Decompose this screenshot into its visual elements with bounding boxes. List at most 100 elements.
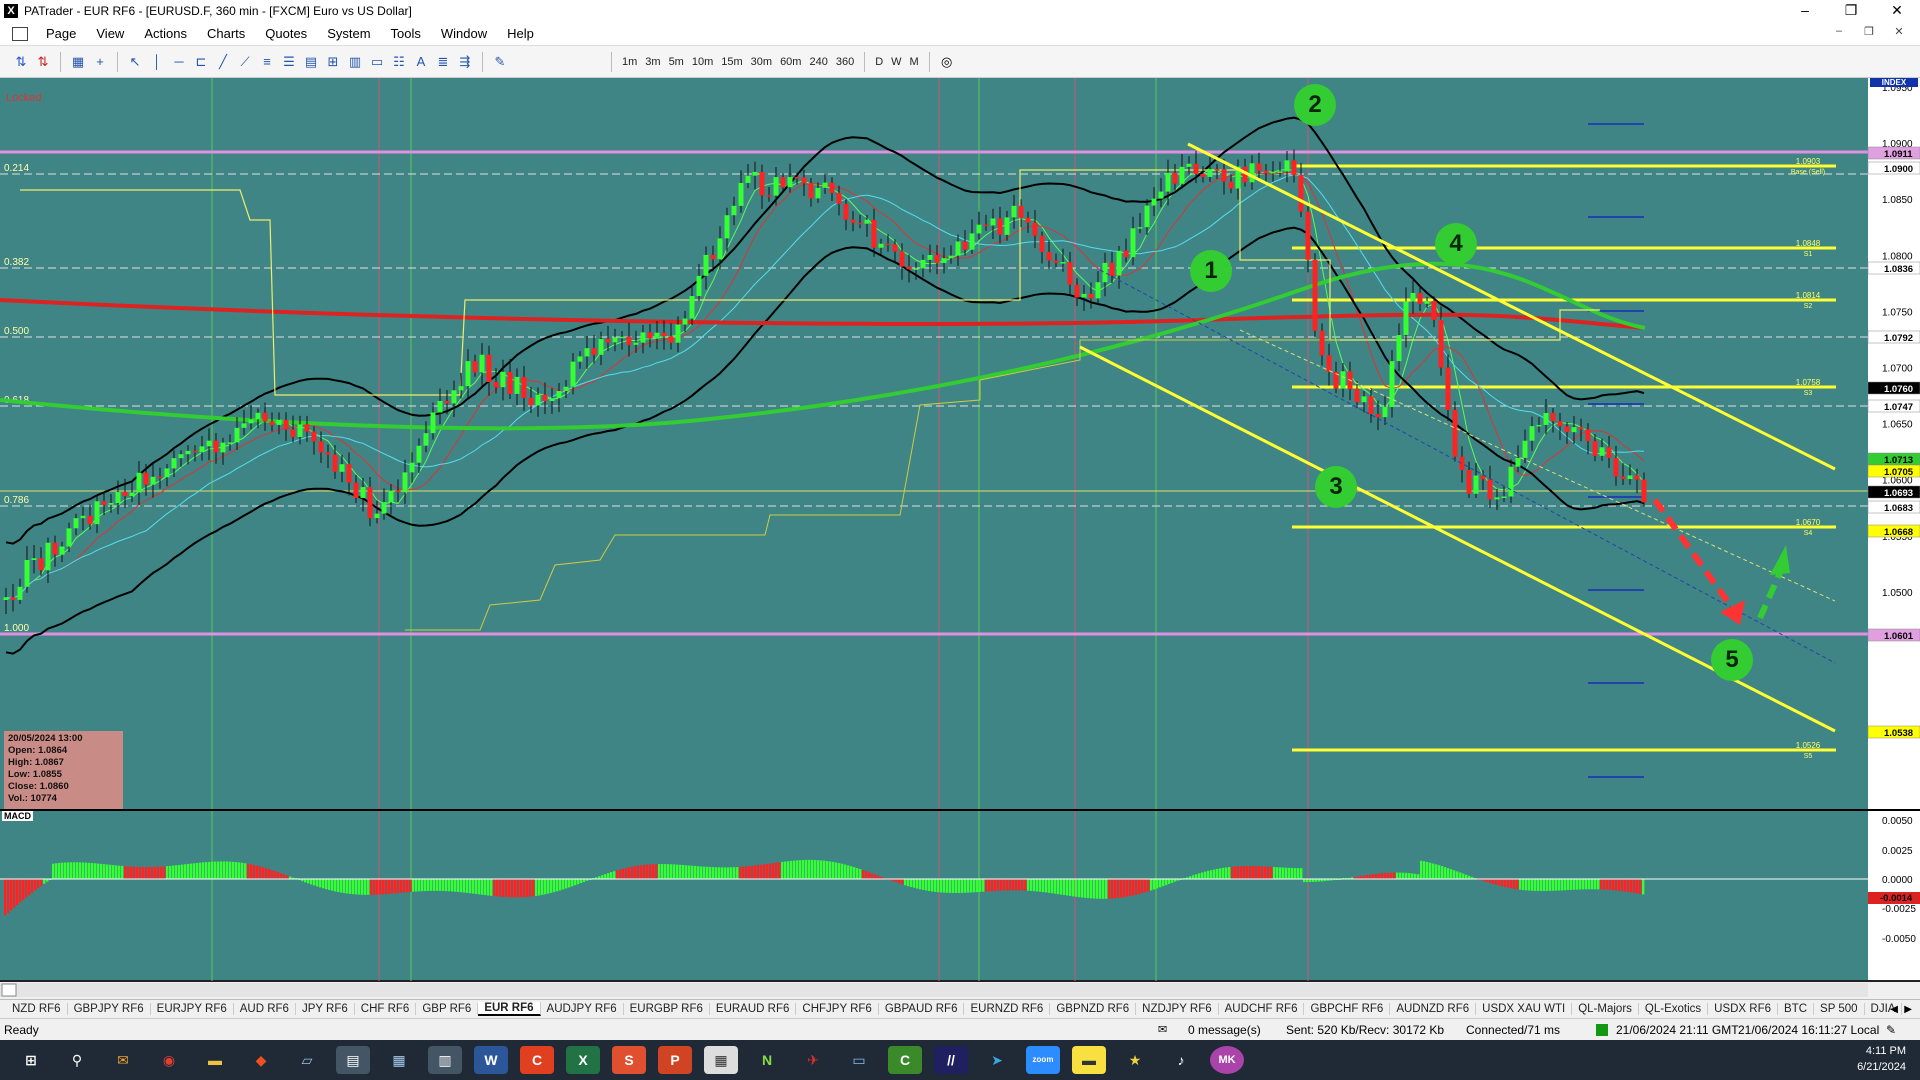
patrader-icon[interactable]: ▥ [428,1046,462,1074]
chart-menu-icon[interactable] [12,26,28,41]
tab-chfjpy[interactable]: CHFJPY RF6 [796,1003,879,1015]
monitor-app-icon[interactable]: ▭ [842,1046,876,1074]
powerpoint-icon[interactable]: P [658,1046,692,1074]
tab-gbpchf[interactable]: GBPCHF RF6 [1304,1003,1391,1015]
clock-icon[interactable]: ◎ [938,53,956,71]
menu-actions[interactable]: Actions [134,26,197,41]
crosshair-icon[interactable]: + [91,53,109,71]
tab-gbpnzd[interactable]: GBPNZD RF6 [1050,1003,1137,1015]
windows-start-icon[interactable]: ⊞ [14,1046,48,1074]
menu-page[interactable]: Page [36,26,86,41]
file-explorer-icon[interactable]: ▬ [198,1046,232,1074]
s-app-icon[interactable]: S [612,1046,646,1074]
star-app-icon[interactable]: ★ [1118,1046,1152,1074]
channel-icon[interactable]: ⊏ [192,53,210,71]
mdi-close-icon[interactable]: ✕ [1884,25,1914,38]
brave-icon[interactable]: ◆ [244,1046,278,1074]
menu-system[interactable]: System [317,26,380,41]
timeframe-d[interactable]: D [871,56,887,68]
indicator-icon[interactable]: ✎ [491,53,509,71]
arrow-levels-icon[interactable]: ⇶ [456,53,474,71]
mdi-restore-icon[interactable]: ❐ [1854,25,1884,38]
pen-icon[interactable]: ✎ [1886,1023,1896,1037]
green-n-icon[interactable]: N [750,1046,784,1074]
timeframe-10m[interactable]: 10m [688,56,717,68]
tab-usdx[interactable]: USDX RF6 [1708,1003,1779,1015]
tab-nzd[interactable]: NZD RF6 [6,1003,68,1015]
timeframe-5m[interactable]: 5m [665,56,688,68]
menu-help[interactable]: Help [497,26,544,41]
timeframe-15m[interactable]: 15m [717,56,746,68]
pivot-icon[interactable]: ≣ [434,53,452,71]
tab-audnzd[interactable]: AUDNZD RF6 [1390,1003,1477,1015]
levels-icon[interactable]: ☷ [390,53,408,71]
tab-nzdjpy[interactable]: NZDJPY RF6 [1136,1003,1219,1015]
tab-gbp[interactable]: GBP RF6 [416,1003,479,1015]
telegram-icon[interactable]: ➤ [980,1046,1014,1074]
notes-app-icon[interactable]: ▱ [290,1046,324,1074]
trendline-icon[interactable]: ╱ [214,53,232,71]
tab-ql-majors[interactable]: QL-Majors [1572,1003,1639,1015]
menu-charts[interactable]: Charts [197,26,255,41]
pointer-icon[interactable]: ↖ [126,53,144,71]
mdi-minimize-icon[interactable]: – [1824,25,1854,38]
excel-icon[interactable]: X [566,1046,600,1074]
price-chart[interactable]: 0.2140.3820.5000.6180.7861.0001.0903Base… [0,78,1920,999]
minimize-icon[interactable]: – [1782,0,1828,22]
menu-view[interactable]: View [86,26,134,41]
timeframe-w[interactable]: W [887,56,905,68]
status-messages[interactable]: 0 message(s) [1188,1023,1261,1037]
timeframe-240[interactable]: 240 [805,56,831,68]
tab-eurjpy[interactable]: EURJPY RF6 [151,1003,234,1015]
timeframe-1m[interactable]: 1m [618,56,641,68]
timeframe-m[interactable]: M [906,56,923,68]
tab-scroll-right-icon[interactable]: ▶ [1904,1004,1912,1015]
tab-scroll-left-icon[interactable]: ◀ [1890,1004,1898,1015]
tab-chf[interactable]: CHF RF6 [355,1003,417,1015]
menu-tools[interactable]: Tools [381,26,431,41]
horizontal-scrollbar[interactable] [0,983,1868,997]
fan-icon[interactable]: ⟋ [236,53,254,71]
tab-usdx-xau-wti[interactable]: USDX XAU WTI [1476,1003,1573,1015]
tab-eurgbp[interactable]: EURGBP RF6 [624,1003,710,1015]
text-icon[interactable]: A [412,53,430,71]
calculator-icon[interactable]: ▦ [382,1046,416,1074]
word-icon[interactable]: W [474,1046,508,1074]
sell-icon[interactable]: ⇅ [34,53,52,71]
mk-app-icon[interactable]: MK [1210,1046,1244,1074]
taskbar-clock[interactable]: 4:11 PM 6/21/2024 [1857,1043,1906,1075]
camtasia-icon[interactable]: C [888,1046,922,1074]
chart-type-icon[interactable]: ▦ [69,53,87,71]
dark-app-icon[interactable]: // [934,1046,968,1074]
tiktok-icon[interactable]: ♪ [1164,1046,1198,1074]
red-bird-icon[interactable]: ✈ [796,1046,830,1074]
chart-app-icon[interactable]: ▦ [704,1046,738,1074]
vertical-line-icon[interactable]: │ [148,53,166,71]
fib-levels-icon[interactable]: ☰ [280,53,298,71]
rectangle-icon[interactable]: ▭ [368,53,386,71]
timeframe-360[interactable]: 360 [832,56,858,68]
tab-audchf[interactable]: AUDCHF RF6 [1219,1003,1305,1015]
tab-eurnzd[interactable]: EURNZD RF6 [964,1003,1051,1015]
sticky-notes-icon[interactable]: ▬ [1072,1046,1106,1074]
tab-gbpjpy[interactable]: GBPJPY RF6 [68,1003,151,1015]
timeframe-60m[interactable]: 60m [776,56,805,68]
mail-app-icon[interactable]: ✉ [106,1046,140,1074]
timeframe-30m[interactable]: 30m [747,56,776,68]
tab-eur[interactable]: EUR RF6 [478,1002,541,1016]
tab-aud[interactable]: AUD RF6 [234,1003,296,1015]
scrollbar-thumb[interactable] [1,983,17,997]
chart-area[interactable]: 0.214 0.382 0.500 0.618 0.786 1.000 1.0903 Base… [0,78,1920,997]
period-icon[interactable]: ▥ [346,53,364,71]
tab-audjpy[interactable]: AUDJPY RF6 [541,1003,624,1015]
zoom-icon[interactable]: zoom [1026,1046,1060,1074]
grid-icon[interactable]: ⊞ [324,53,342,71]
trader-app-icon[interactable]: ▤ [336,1046,370,1074]
red-app-icon[interactable]: C [520,1046,554,1074]
menu-quotes[interactable]: Quotes [255,26,317,41]
tab-sp500[interactable]: SP 500 [1814,1003,1865,1015]
tab-euraud[interactable]: EURAUD RF6 [710,1003,797,1015]
tab-ql-exotics[interactable]: QL-Exotics [1639,1003,1709,1015]
search-icon[interactable]: ⚲ [60,1046,94,1074]
maximize-icon[interactable]: ❐ [1828,0,1874,22]
